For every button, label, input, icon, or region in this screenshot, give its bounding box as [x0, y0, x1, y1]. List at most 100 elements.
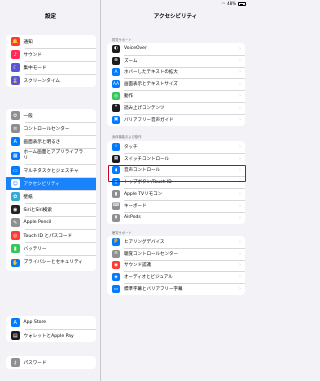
- sidebar-item-label: 壁紙: [23, 194, 33, 200]
- row-label: ヒアリングデバイス: [124, 239, 165, 245]
- accessibility-row-text-size[interactable]: AA 画面表示とテキストサイズ ›: [107, 78, 245, 90]
- speech-icon: ❝: [112, 103, 120, 112]
- voice-control-icon: ◖: [112, 166, 120, 175]
- sidebar-item-bell[interactable]: 🔔 通知: [6, 35, 96, 48]
- subtitles-icon: ▭: [112, 285, 120, 294]
- sidebar-item-label: サウンド: [23, 52, 42, 58]
- speaker-icon: ♪: [11, 50, 20, 59]
- accessibility-row-voice-control[interactable]: ◖ 音声コントロール ›: [107, 164, 245, 177]
- chevron-right-icon: ›: [239, 202, 241, 209]
- chevron-right-icon: ›: [239, 286, 241, 293]
- accessibility-row-keyboard[interactable]: ⌨ キーボード ›: [107, 199, 245, 212]
- physical-motor-group: ☝ タッチ › ▦ スイッチコントロール › ◖ 音声コントロール › ▯ トップボタン/Touch…: [107, 141, 245, 224]
- multitask-icon: ▭: [11, 166, 20, 175]
- sidebar-item-wallpaper[interactable]: ✿ 壁紙: [6, 190, 96, 203]
- sidebar-item-wallet[interactable]: ▤ ウォレットとApple Pay: [6, 329, 96, 342]
- accessibility-row-top-button[interactable]: ▯ トップボタン/Touch ID ›: [107, 176, 245, 188]
- av-icon: ◈: [112, 273, 120, 282]
- row-label: 読み上げコンテンツ: [124, 105, 165, 111]
- accessibility-row-hover-text[interactable]: A ホバーしたテキストの拡大 ›: [107, 66, 245, 79]
- row-label: スイッチコントロール: [124, 156, 169, 162]
- accessibility-row-switch-control[interactable]: ▦ スイッチコントロール ›: [107, 152, 245, 165]
- sidebar-item-label: マルチタスクとジェスチャ: [23, 168, 79, 174]
- sidebar-item-label: スクリーンタイム: [23, 78, 60, 84]
- accessibility-row-av[interactable]: ◈ オーディオとビジュアル ›: [107, 271, 245, 283]
- sidebar-item-label: 一般: [23, 113, 33, 119]
- accessibility-row-ear[interactable]: 👂 ヒアリングデバイス ›: [107, 236, 245, 248]
- accessibility-row-audio-description[interactable]: ▣ バリアフリー音声ガイド ›: [107, 113, 245, 126]
- settings-sidebar: 設定 🔔 通知 ♪ サウンド ☾ 集中モード ⌛ スクリーンタイム ⚙ 一般 ≡ コントロールセンタ…: [0, 0, 101, 381]
- row-label: キーボード: [124, 203, 147, 209]
- sidebar-item-hourglass[interactable]: ⌛ スクリーンタイム: [6, 74, 96, 87]
- chevron-right-icon: ›: [239, 274, 241, 281]
- settings-group-3: A App Store ▤ ウォレットとApple Pay: [6, 316, 96, 342]
- row-label: バリアフリー音声ガイド: [124, 117, 174, 123]
- sidebar-item-key[interactable]: ⚷ パスワード: [6, 356, 96, 369]
- sidebar-item-switches[interactable]: ≡ コントロールセンター: [6, 122, 96, 135]
- wallpaper-icon: ✿: [11, 192, 20, 201]
- ear-icon: 👂: [112, 237, 120, 246]
- sidebar-item-fingerprint[interactable]: ◎ Touch ID とパスコード: [6, 229, 96, 242]
- accessibility-row-touch[interactable]: ☝ タッチ ›: [107, 141, 245, 153]
- chevron-right-icon: ›: [239, 155, 241, 162]
- gear-icon: ⚙: [11, 111, 20, 120]
- chevron-right-icon: ›: [239, 116, 241, 123]
- switches-icon: ≡: [11, 124, 20, 133]
- page-title: アクセシビリティ: [153, 14, 198, 20]
- accessibility-row-airpods[interactable]: ◗ AirPods ›: [107, 211, 245, 224]
- chevron-right-icon: ›: [239, 143, 241, 150]
- accessibility-row-speech[interactable]: ❝ 読み上げコンテンツ ›: [107, 101, 245, 114]
- sidebar-item-speaker[interactable]: ♪ サウンド: [6, 48, 96, 61]
- sidebar-item-text-size[interactable]: A 画面表示と明るさ: [6, 135, 96, 148]
- switch-control-icon: ▦: [112, 154, 120, 163]
- accessibility-row-hearing-control[interactable]: ≡ 聴覚コントロールセンター ›: [107, 247, 245, 260]
- accessibility-row-subtitles[interactable]: ▭ 標準字幕とバリアフリー字幕 ›: [107, 283, 245, 295]
- section-header-hearing: 聴覚サポート: [112, 231, 132, 235]
- sidebar-item-hand[interactable]: ✋ プライバシーとセキュリティ: [6, 255, 96, 271]
- sidebar-item-siri[interactable]: ◉ SiriとSiri検索: [6, 203, 96, 216]
- accessibility-row-sound-recognition[interactable]: ◉ サウンド認識 ›: [107, 259, 245, 272]
- row-label: サウンド認識: [124, 263, 151, 269]
- text-size-icon: A: [11, 137, 20, 146]
- chevron-right-icon: ›: [239, 81, 241, 88]
- airpods-icon: ◗: [112, 213, 120, 222]
- sidebar-item-gear[interactable]: ⚙ 一般: [6, 109, 96, 122]
- zoom-icon: ⊕: [112, 56, 120, 65]
- settings-group-2: ⚙ 一般 ≡ コントロールセンター A 画面表示と明るさ ▦ ホーム画面とアプリライブラリ ▭ マ…: [6, 109, 96, 271]
- sidebar-item-multitask[interactable]: ▭ マルチタスクとジェスチャ: [6, 164, 96, 177]
- row-label: 聴覚コントロールセンター: [124, 251, 178, 257]
- sidebar-item-label: プライバシーとセキュリティ: [23, 260, 83, 265]
- sidebar-item-app-store[interactable]: A App Store: [6, 316, 96, 329]
- sidebar-item-label: 画面表示と明るさ: [23, 139, 61, 145]
- accessibility-row-tv-remote[interactable]: ▮ Apple TVリモコン ›: [107, 188, 245, 200]
- sidebar-item-label: パスワード: [23, 360, 47, 366]
- hearing-group: 👂 ヒアリングデバイス › ≡ 聴覚コントロールセンター › ◉ サウンド認識 › ◈ オーディオと…: [107, 236, 245, 295]
- sidebar-item-label: Touch ID とパスコード: [23, 233, 73, 239]
- section-header-vision: 視覚サポート: [112, 38, 132, 42]
- row-label: 画面表示とテキストサイズ: [124, 82, 178, 88]
- audio-description-icon: ▣: [112, 115, 120, 124]
- home-grid-icon: ▦: [11, 151, 20, 161]
- chevron-right-icon: ›: [239, 69, 241, 76]
- fingerprint-icon: ◎: [11, 231, 20, 240]
- sidebar-item-accessibility[interactable]: ☺ アクセシビリティ: [6, 177, 96, 190]
- chevron-right-icon: ›: [239, 191, 241, 198]
- accessibility-row-motion[interactable]: ◎ 動作 ›: [107, 90, 245, 102]
- accessibility-row-voiceover[interactable]: ◐ VoiceOver ›: [107, 43, 245, 55]
- sidebar-item-moon[interactable]: ☾ 集中モード: [6, 61, 96, 74]
- sidebar-item-label: App Store: [23, 320, 47, 325]
- sidebar-item-home-grid[interactable]: ▦ ホーム画面とアプリライブラリ: [6, 148, 96, 164]
- sidebar-item-battery[interactable]: ▮ バッテリー: [6, 242, 96, 255]
- row-label: 動作: [124, 94, 133, 100]
- bell-icon: 🔔: [11, 37, 20, 46]
- accessibility-row-zoom[interactable]: ⊕ ズーム ›: [107, 54, 245, 67]
- sidebar-item-label: ウォレットとApple Pay: [23, 333, 74, 339]
- row-label: ズーム: [124, 58, 138, 64]
- section-header-physical: 身体機能および動作: [112, 135, 142, 139]
- accessibility-icon: ☺: [11, 179, 20, 188]
- row-label: 音声コントロール: [124, 168, 160, 174]
- text-size-icon: AA: [112, 80, 120, 89]
- sidebar-item-pencil[interactable]: ✎ Apple Pencil: [6, 216, 96, 229]
- pencil-icon: ✎: [11, 218, 20, 227]
- chevron-right-icon: ›: [239, 45, 241, 52]
